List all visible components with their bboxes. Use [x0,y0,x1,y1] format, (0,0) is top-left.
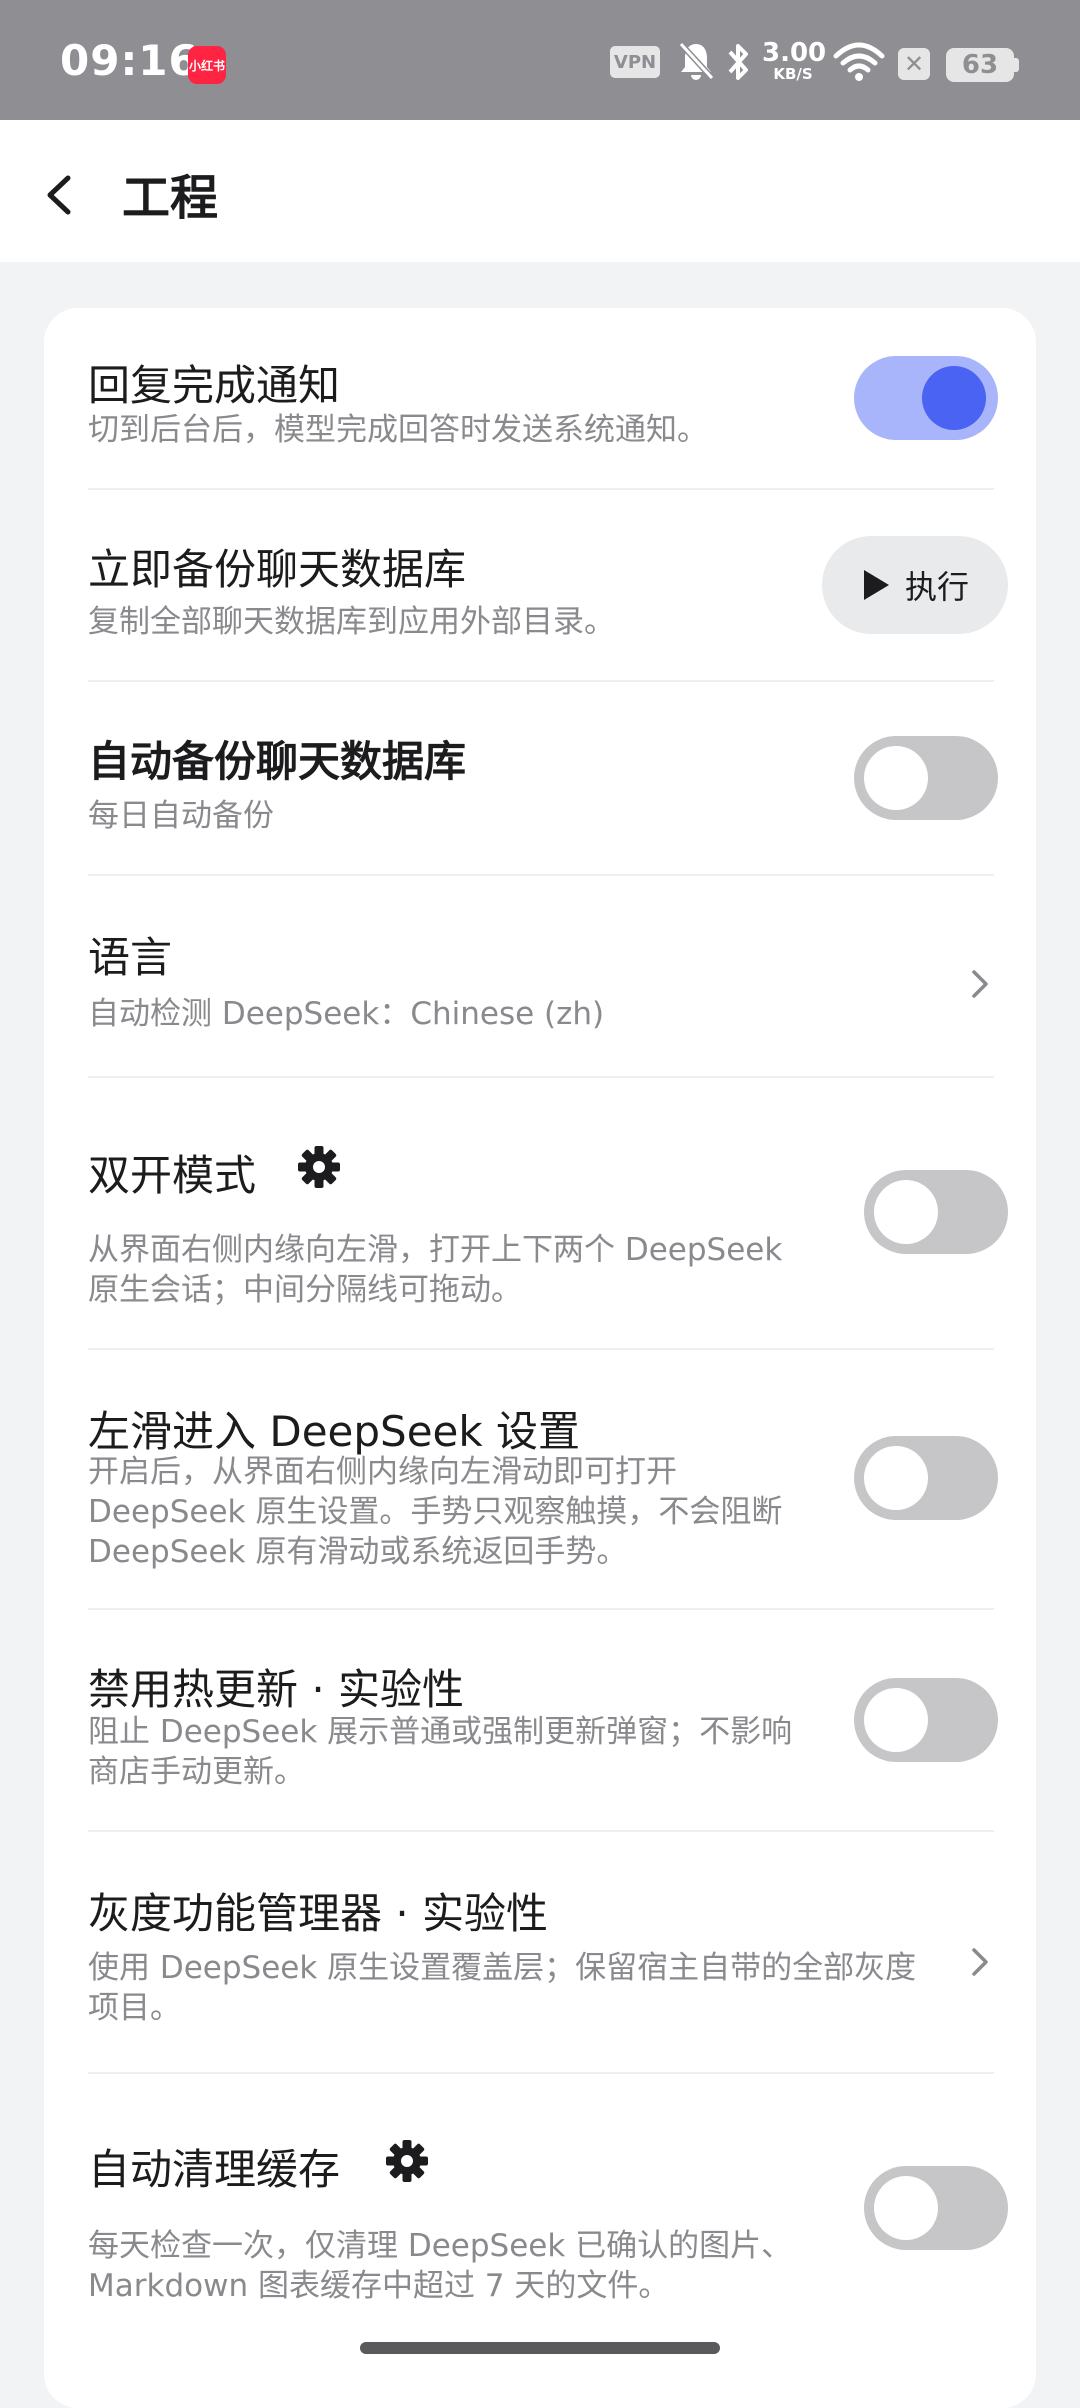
divider [88,2072,994,2074]
wifi-icon [833,42,885,81]
setting-desc: 每日自动备份 [88,798,274,834]
close-box-icon: ✕ [898,48,930,80]
divider [88,874,994,876]
setting-desc: 自动检测 DeepSeek：Chinese (zh) [88,996,605,1032]
setting-desc: 开启后，从界面右侧内缘向左滑动即可打开 DeepSeek 原生设置。手势只观察触… [88,1454,783,1570]
setting-title: 回复完成通知 [88,361,341,410]
execute-backup-button[interactable]: 执行 [822,536,1008,634]
swipe-settings-toggle[interactable] [854,1436,998,1520]
gear-icon[interactable] [384,2138,430,2184]
bluetooth-icon [728,44,748,80]
divider [88,1348,994,1350]
setting-title: 双开模式 [88,1151,257,1200]
gear-icon[interactable] [296,1144,342,1190]
status-bar: 09:16 小红书 VPN 3.00 KB/S ✕ 63 [0,0,1080,120]
setting-desc: 阻止 DeepSeek 展示普通或强制更新弹窗；不影响 商店手动更新。 [88,1714,793,1790]
reply-notification-toggle[interactable] [854,356,998,440]
divider [88,1608,994,1610]
vpn-badge: VPN [610,46,660,78]
battery-icon: 63 [946,48,1014,82]
toggle-knob [922,366,986,430]
network-speed: 3.00 KB/S [762,38,827,83]
silent-bell-icon [678,41,715,81]
status-time: 09:16 [60,36,199,85]
setting-title: 灰度功能管理器 · 实验性 [88,1889,549,1938]
setting-title: 自动清理缓存 [88,2145,341,2194]
setting-desc: 切到后台后，模型完成回答时发送系统通知。 [88,412,708,448]
setting-desc: 复制全部聊天数据库到应用外部目录。 [88,604,615,640]
home-indicator[interactable] [360,2342,720,2354]
dual-mode-toggle[interactable] [864,1170,1008,1254]
auto-clear-cache-toggle[interactable] [864,2166,1008,2250]
toggle-knob [864,1446,928,1510]
toggle-knob [864,1688,928,1752]
divider [88,1076,994,1078]
setting-title: 左滑进入 DeepSeek 设置 [88,1407,581,1456]
setting-desc: 每天检查一次，仅清理 DeepSeek 已确认的图片、 Markdown 图表缓… [88,2228,793,2304]
disable-hot-update-toggle[interactable] [854,1678,998,1762]
battery-tip [1014,58,1019,72]
toggle-knob [874,1180,938,1244]
execute-button-label: 执行 [904,568,969,606]
xiaohongshu-app-icon: 小红书 [188,46,226,84]
back-arrow-icon[interactable] [40,170,80,220]
toggle-knob [864,746,928,810]
setting-title: 立即备份聊天数据库 [88,545,467,594]
play-icon [863,570,889,600]
setting-title: 禁用热更新 · 实验性 [88,1665,465,1714]
divider [88,488,994,490]
toggle-knob [874,2176,938,2240]
divider [88,1830,994,1832]
page-title: 工程 [122,170,219,226]
setting-desc: 从界面右侧内缘向左滑，打开上下两个 DeepSeek 原生会话；中间分隔线可拖动… [88,1232,783,1308]
auto-backup-toggle[interactable] [854,736,998,820]
chevron-right-icon [972,970,988,998]
setting-title: 语言 [88,933,173,982]
setting-title: 自动备份聊天数据库 [88,737,467,786]
divider [88,680,994,682]
chevron-right-icon [972,1948,988,1976]
setting-desc: 使用 DeepSeek 原生设置覆盖层；保留宿主自带的全部灰度 项目。 [88,1950,917,2026]
